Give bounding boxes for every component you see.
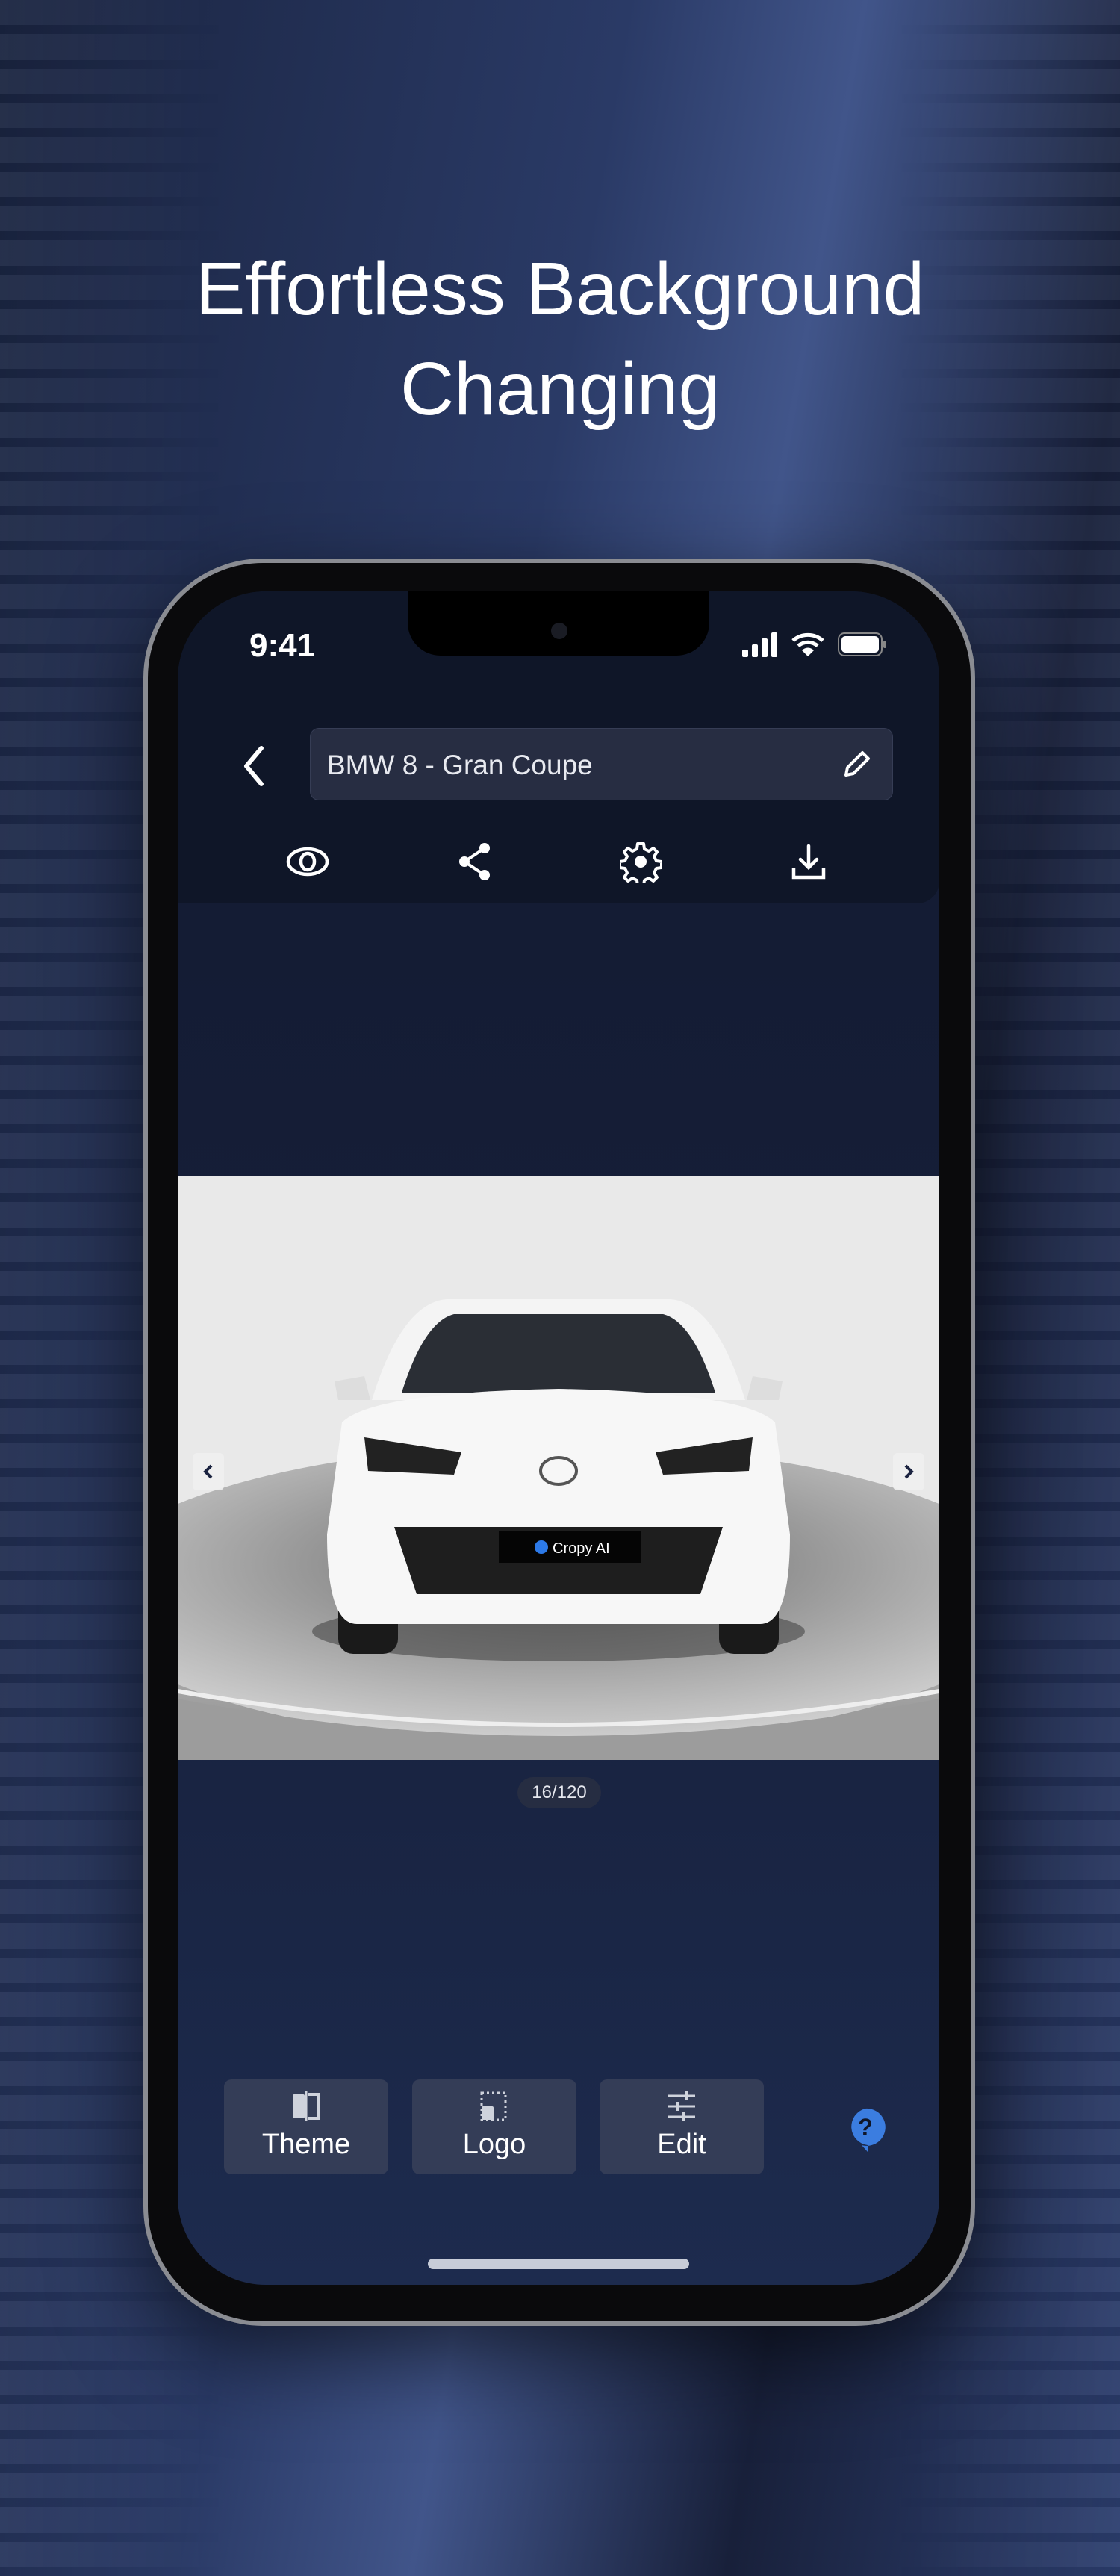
logo-button[interactable]: Logo [412, 2079, 576, 2174]
svg-text:?: ? [858, 2114, 873, 2141]
headline-line-1: Effortless Background [195, 247, 925, 331]
help-icon: ? [851, 2108, 886, 2152]
download-button[interactable] [785, 838, 833, 886]
plate-text: Cropy AI [553, 1540, 610, 1557]
edit-label: Edit [657, 2129, 706, 2160]
previous-image-button[interactable] [193, 1453, 224, 1490]
logo-icon [480, 2091, 507, 2121]
signal-icon [742, 632, 777, 657]
notch [408, 591, 709, 656]
camera [551, 623, 567, 639]
theme-icon [293, 2091, 320, 2121]
headline-line-2: Changing [399, 347, 721, 431]
next-image-button[interactable] [893, 1453, 924, 1490]
pencil-icon[interactable] [839, 747, 874, 783]
home-indicator[interactable] [428, 2259, 689, 2269]
status-time: 9:41 [249, 627, 316, 664]
battery-icon [838, 632, 886, 656]
car-photo[interactable]: Cropy AI [178, 1176, 939, 1760]
edit-button[interactable]: Edit [600, 2079, 764, 2174]
download-icon [791, 844, 826, 880]
wifi-icon [791, 632, 824, 656]
preview-button[interactable] [284, 838, 332, 886]
share-button[interactable] [451, 838, 499, 886]
theme-label: Theme [261, 2129, 351, 2160]
theme-button[interactable]: Theme [224, 2079, 388, 2174]
car-image: Cropy AI [178, 1176, 939, 1760]
image-counter: 16/120 [517, 1777, 601, 1808]
chevron-left-icon [203, 1464, 213, 1479]
back-button[interactable] [236, 744, 273, 788]
logo-label: Logo [462, 2129, 526, 2160]
eye-icon [286, 847, 329, 877]
project-title-field[interactable]: BMW 8 - Gran Coupe [310, 728, 893, 800]
chevron-right-icon [904, 1464, 914, 1479]
sliders-icon [668, 2091, 695, 2121]
headline: Effortless Background Changing [0, 239, 1120, 439]
settings-button[interactable] [617, 838, 665, 886]
chevron-left-icon [244, 746, 264, 786]
phone-screen: 9:41 BMW 8 - Gran Coupe Cropy AI 16/120 … [178, 591, 939, 2285]
project-title: BMW 8 - Gran Coupe [327, 750, 593, 780]
share-icon [459, 843, 490, 880]
gear-icon [620, 842, 662, 883]
status-icons [742, 632, 887, 657]
help-button[interactable]: ? [845, 2107, 886, 2153]
